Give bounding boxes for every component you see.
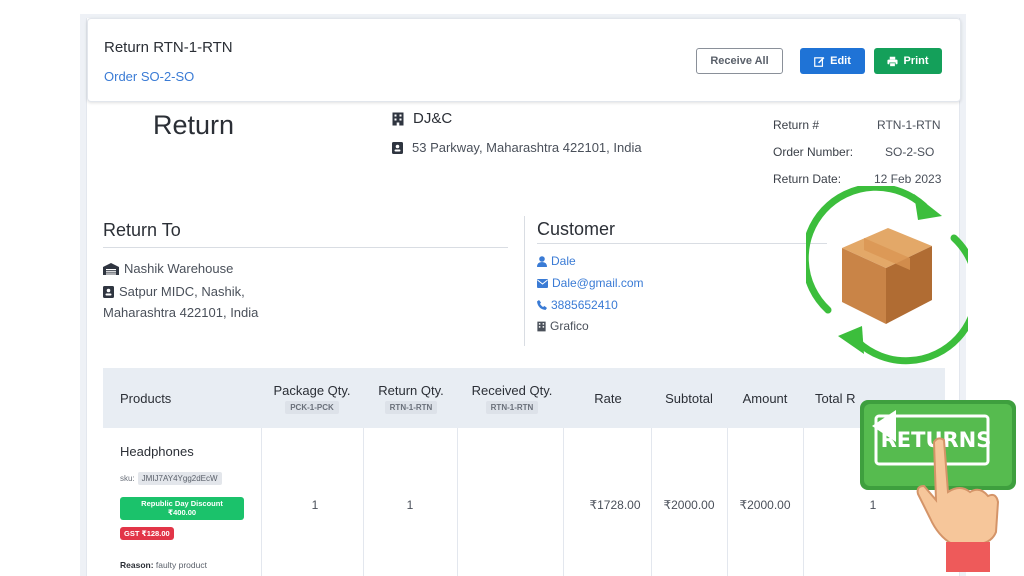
page-title: Return RTN-1-RTN bbox=[104, 39, 233, 56]
printer-icon bbox=[887, 56, 899, 67]
return-reason: Reason: faulty product bbox=[120, 560, 207, 570]
col-amount: Amount bbox=[727, 368, 803, 428]
warehouse-address-line1-text: Satpur MIDC, Nashik, bbox=[119, 284, 245, 299]
edit-button[interactable]: Edit bbox=[800, 48, 865, 74]
col-products-label: Products bbox=[120, 390, 172, 406]
col-received-qty-label: Received Qty. bbox=[471, 382, 553, 398]
return-number-label: Return # bbox=[773, 118, 820, 132]
company-name: DJ&C bbox=[392, 110, 452, 127]
product-name: Headphones bbox=[120, 444, 194, 459]
package-box-icon bbox=[842, 228, 932, 324]
customer-company: Grafico bbox=[537, 319, 589, 333]
customer-email[interactable]: Dale@gmail.com bbox=[537, 276, 644, 290]
returns-sign-illustration: RETURNS bbox=[860, 400, 1016, 572]
return-to-title: Return To bbox=[103, 220, 181, 240]
cycle-arrowhead-bottom bbox=[838, 326, 864, 354]
customer-title: Customer bbox=[537, 219, 616, 239]
received-ref-chip: RTN-1-RTN bbox=[485, 400, 539, 414]
col-divider bbox=[651, 428, 652, 576]
cell-subtotal: ₹2000.00 bbox=[663, 498, 715, 512]
print-button[interactable]: Print bbox=[874, 48, 942, 74]
address-card-icon bbox=[392, 141, 403, 154]
customer-name[interactable]: Dale bbox=[537, 254, 576, 268]
building-icon bbox=[537, 321, 546, 331]
address-card-icon bbox=[103, 285, 114, 298]
col-total-label: Total R bbox=[815, 390, 856, 406]
col-divider bbox=[261, 428, 262, 576]
edit-icon bbox=[814, 56, 825, 67]
col-divider bbox=[803, 428, 804, 576]
products-table-header: Products Package Qty. PCK-1-PCK Return Q… bbox=[103, 368, 945, 428]
col-return-qty-label: Return Qty. bbox=[378, 382, 444, 398]
warehouse-address-line1: Satpur MIDC, Nashik, bbox=[103, 284, 245, 299]
print-label: Print bbox=[903, 55, 929, 67]
col-subtotal-label: Subtotal bbox=[665, 390, 713, 406]
col-divider bbox=[563, 428, 564, 576]
order-number-label: Order Number: bbox=[773, 145, 854, 159]
col-divider bbox=[727, 428, 728, 576]
envelope-icon bbox=[537, 278, 548, 288]
sku-label: sku: bbox=[120, 474, 135, 483]
warehouse-icon bbox=[103, 262, 119, 275]
col-rate-label: Rate bbox=[594, 390, 622, 406]
col-divider bbox=[457, 428, 458, 576]
order-number-value: SO-2-SO bbox=[885, 145, 935, 159]
phone-icon bbox=[537, 300, 547, 310]
section-vertical-divider bbox=[524, 216, 525, 346]
warehouse-address-line2: Maharashtra 422101, India bbox=[103, 305, 259, 320]
col-products: Products bbox=[120, 368, 260, 428]
cell-amount: ₹2000.00 bbox=[739, 498, 791, 512]
col-package-qty-label: Package Qty. bbox=[273, 382, 351, 398]
return-date-value: 12 Feb 2023 bbox=[874, 172, 942, 186]
company-address: 53 Parkway, Maharashtra 422101, India bbox=[392, 140, 642, 155]
order-link[interactable]: Order SO-2-SO bbox=[104, 69, 194, 84]
discount-badge: Republic Day Discount ₹400.00 bbox=[120, 497, 244, 520]
col-return-qty: Return Qty. RTN-1-RTN bbox=[365, 368, 457, 428]
sku-value: JMIJ7AY4Ygg2dEcW bbox=[137, 472, 222, 485]
return-to-divider bbox=[103, 247, 508, 248]
col-received-qty: Received Qty. RTN-1-RTN bbox=[459, 368, 565, 428]
return-number-value: RTN-1-RTN bbox=[877, 118, 941, 132]
warehouse-name-text: Nashik Warehouse bbox=[124, 261, 234, 276]
document-title: Return bbox=[153, 110, 235, 140]
cycle-arrowhead-top bbox=[914, 194, 942, 220]
return-cycle-illustration bbox=[806, 186, 968, 365]
discount-name: Republic Day Discount bbox=[141, 499, 223, 508]
customer-phone[interactable]: 3885652410 bbox=[537, 298, 618, 312]
customer-divider bbox=[537, 243, 827, 244]
customer-company-text: Grafico bbox=[550, 319, 589, 333]
page-header: Return RTN-1-RTN Order SO-2-SO Receive A… bbox=[87, 18, 961, 102]
customer-email-text: Dale@gmail.com bbox=[552, 276, 644, 290]
customer-phone-text: 3885652410 bbox=[551, 298, 618, 312]
col-amount-label: Amount bbox=[742, 390, 788, 406]
package-ref-chip: PCK-1-PCK bbox=[285, 400, 339, 414]
building-icon bbox=[392, 112, 404, 125]
col-package-qty: Package Qty. PCK-1-PCK bbox=[261, 368, 363, 428]
col-divider bbox=[363, 428, 364, 576]
gst-badge: GST ₹128.00 bbox=[120, 527, 174, 540]
edit-label: Edit bbox=[830, 55, 851, 67]
cell-package-qty: 1 bbox=[311, 498, 319, 512]
company-address-text: 53 Parkway, Maharashtra 422101, India bbox=[412, 140, 642, 155]
reason-label: Reason: bbox=[120, 560, 154, 570]
return-ref-chip: RTN-1-RTN bbox=[384, 400, 438, 414]
company-name-text: DJ&C bbox=[413, 110, 453, 127]
col-rate: Rate bbox=[565, 368, 651, 428]
warehouse-name: Nashik Warehouse bbox=[103, 261, 233, 276]
user-icon bbox=[537, 255, 547, 267]
reason-text: faulty product bbox=[155, 560, 207, 570]
cell-return-qty: 1 bbox=[406, 498, 414, 512]
discount-amount: ₹400.00 bbox=[167, 508, 197, 517]
col-subtotal: Subtotal bbox=[651, 368, 727, 428]
receive-all-button[interactable]: Receive All bbox=[696, 48, 783, 74]
customer-name-text: Dale bbox=[551, 254, 576, 268]
cell-rate: ₹1728.00 bbox=[589, 498, 641, 512]
product-sku: sku: JMIJ7AY4Ygg2dEcW bbox=[120, 472, 222, 485]
return-date-label: Return Date: bbox=[773, 172, 842, 186]
